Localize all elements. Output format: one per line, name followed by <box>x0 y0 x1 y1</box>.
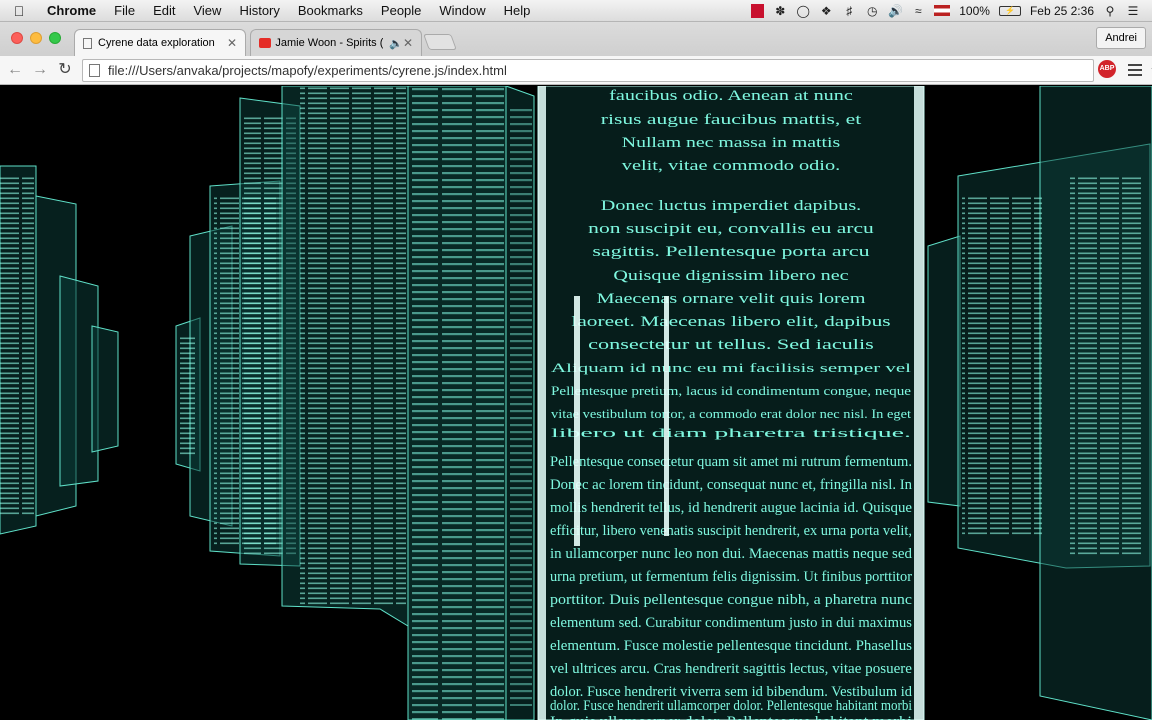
menu-window[interactable]: Window <box>430 3 494 18</box>
panel-text-line: Nullam nec massa in mattis <box>622 135 841 151</box>
panel-text-line: urna pretium, ut fermentum felis digniss… <box>550 569 912 585</box>
app-status-icon[interactable] <box>751 3 765 18</box>
panel-edge-left <box>538 86 546 720</box>
status-area: ✽ ◯ ❖ ♯ ◷ 🔊 ≈ 100% ⚡ Feb 25 2:36 ⚲ ☰ <box>751 3 1152 18</box>
menu-file[interactable]: File <box>105 3 144 18</box>
panel-text-line: risus augue faucibus mattis, et <box>601 112 863 128</box>
profile-button[interactable]: Andrei <box>1096 27 1146 49</box>
dropbox-icon[interactable]: ❖ <box>819 4 833 18</box>
wifi-icon[interactable]: ≈ <box>911 4 925 18</box>
menu-people[interactable]: People <box>372 3 430 18</box>
address-url[interactable]: file:///Users/anvaka/projects/mapofy/exp… <box>108 63 507 78</box>
panel-text-line: sagittis. Pellentesque porta arcu <box>592 244 870 260</box>
minimize-window-button[interactable] <box>30 32 42 44</box>
panel-text-line: vel ultrices arcu. Cras hendrerit sagitt… <box>550 661 912 677</box>
panel-text-line: non suscipit eu, convallis eu arcu <box>588 221 874 237</box>
text-texture <box>962 196 1042 536</box>
column-panel <box>927 235 961 507</box>
panel-text-line: velit, vitae commodo odio. <box>622 158 840 174</box>
panel-edge-right <box>914 86 924 720</box>
battery-icon[interactable]: ⚡ <box>998 5 1021 16</box>
panel-text-line: Pellentesque pretium, lacus id condiment… <box>551 383 911 398</box>
menu-view[interactable]: View <box>184 3 230 18</box>
flag-icon[interactable] <box>934 5 951 16</box>
panel-text-line: laoreet. Maecenas libero elit, dapibus <box>571 314 890 330</box>
column-panel <box>91 325 119 453</box>
text-city-scene: faucibus odio. Aenean at nunc risus augue… <box>0 86 1152 720</box>
tab-cyrene[interactable]: Cyrene data exploration ✕ <box>74 29 246 56</box>
back-arrow-icon[interactable]: ← <box>4 59 26 81</box>
inner-beam-right <box>664 296 669 536</box>
inner-beam-left <box>574 296 580 546</box>
time-machine-icon[interactable]: ◷ <box>865 4 879 18</box>
webgl-canvas[interactable]: faucibus odio. Aenean at nunc risus augue… <box>0 86 1152 720</box>
text-texture <box>0 176 34 516</box>
menu-edit[interactable]: Edit <box>144 3 184 18</box>
text-texture <box>180 336 198 456</box>
text-texture <box>508 106 532 706</box>
forward-arrow-icon[interactable]: → <box>29 59 51 81</box>
text-texture <box>300 86 406 606</box>
chrome-menu-icon[interactable] <box>1128 61 1142 77</box>
bluetooth-icon[interactable]: ♯ <box>842 4 856 18</box>
tab-strip: Cyrene data exploration ✕ Jamie Woon - S… <box>0 22 1152 56</box>
text-texture <box>412 86 504 720</box>
address-bar[interactable]: file:///Users/anvaka/projects/mapofy/exp… <box>82 59 1152 82</box>
panel-text-line: porttitor. Duis pellentesque congue nibh… <box>550 592 912 608</box>
foreground-panel: faucibus odio. Aenean at nunc risus augue… <box>537 86 925 720</box>
panel-text-line: Donec luctus imperdiet dapibus. <box>601 198 861 214</box>
panel-text-line: dolor. Fusce hendrerit ullamcorper dolor… <box>550 698 912 714</box>
close-tab-icon[interactable]: ✕ <box>227 36 237 50</box>
new-tab-button[interactable] <box>423 34 457 50</box>
panel-text-line: libero ut diam pharetra tristique. <box>551 425 911 440</box>
mid-left-slabs <box>281 86 535 720</box>
notification-center-icon[interactable]: ☰ <box>1126 4 1140 18</box>
tab-title: Jamie Woon - Spirits (s <box>275 37 384 49</box>
panel-text-line: efficitur, libero venenatis suscipit hen… <box>550 523 912 539</box>
panel-text-line: in ullamcorper nunc leo non dui. Maecena… <box>550 546 912 562</box>
close-window-button[interactable] <box>11 32 23 44</box>
gear-icon[interactable]: ✽ <box>773 4 787 18</box>
tab-youtube[interactable]: Jamie Woon - Spirits (s 🔈 ✕ <box>250 29 422 56</box>
page-icon <box>89 64 100 77</box>
sync-icon[interactable]: ◯ <box>796 4 810 18</box>
battery-percent[interactable]: 100% <box>959 4 990 18</box>
clock[interactable]: Feb 25 2:36 <box>1030 4 1094 18</box>
reload-icon[interactable]: ↻ <box>54 59 76 81</box>
youtube-icon <box>259 38 272 48</box>
close-tab-icon[interactable]: ✕ <box>403 36 413 50</box>
browser-toolbar: ← → ↻ file:///Users/anvaka/projects/mapo… <box>0 56 1152 85</box>
panel-text-line: mollis hendrerit tellus, id hendrerit au… <box>550 500 912 516</box>
page-icon <box>83 37 92 49</box>
apple-icon[interactable]:  <box>0 3 38 19</box>
zoom-window-button[interactable] <box>49 32 61 44</box>
panel-text-line: elementum. Fusce molestie pellentesque t… <box>550 638 912 654</box>
tab-title: Cyrene data exploration <box>98 37 215 49</box>
panel-text-line: vitae vestibulum tortor, a commodo erat … <box>551 406 911 421</box>
panel-text-line: consectetur ut tellus. Sed iaculis <box>588 337 874 353</box>
adblock-plus-icon[interactable]: ABP <box>1098 60 1116 78</box>
panel-text-line: Aliquam id nunc eu mi facilisis semper v… <box>551 360 912 375</box>
panel-text-line: In quis ullamcorper dolor. Pellentesque … <box>550 714 912 720</box>
panel-text-line: faucibus odio. Aenean at nunc <box>609 88 853 104</box>
audio-playing-icon[interactable]: 🔈 <box>389 37 403 50</box>
menu-chrome[interactable]: Chrome <box>38 3 105 18</box>
menu-history[interactable]: History <box>230 3 288 18</box>
text-texture <box>1070 176 1144 556</box>
menu-bookmarks[interactable]: Bookmarks <box>289 3 372 18</box>
menu-bar:  Chrome File Edit View History Bookmark… <box>0 0 1152 22</box>
menu-help[interactable]: Help <box>495 3 540 18</box>
panel-text-line: Pellentesque consectetur quam sit amet m… <box>550 454 912 470</box>
volume-icon[interactable]: 🔊 <box>888 4 903 18</box>
panel-text-line: Maecenas ornare velit quis lorem <box>597 291 866 307</box>
panel-text-line: elementum sed. Curabitur condimentum jus… <box>550 615 912 631</box>
panel-text-line: Quisque dignissim libero nec <box>613 268 849 284</box>
panel-text-line: Donec ac lorem tincidunt, consequat nunc… <box>550 477 912 493</box>
spotlight-search-icon[interactable]: ⚲ <box>1103 4 1117 18</box>
